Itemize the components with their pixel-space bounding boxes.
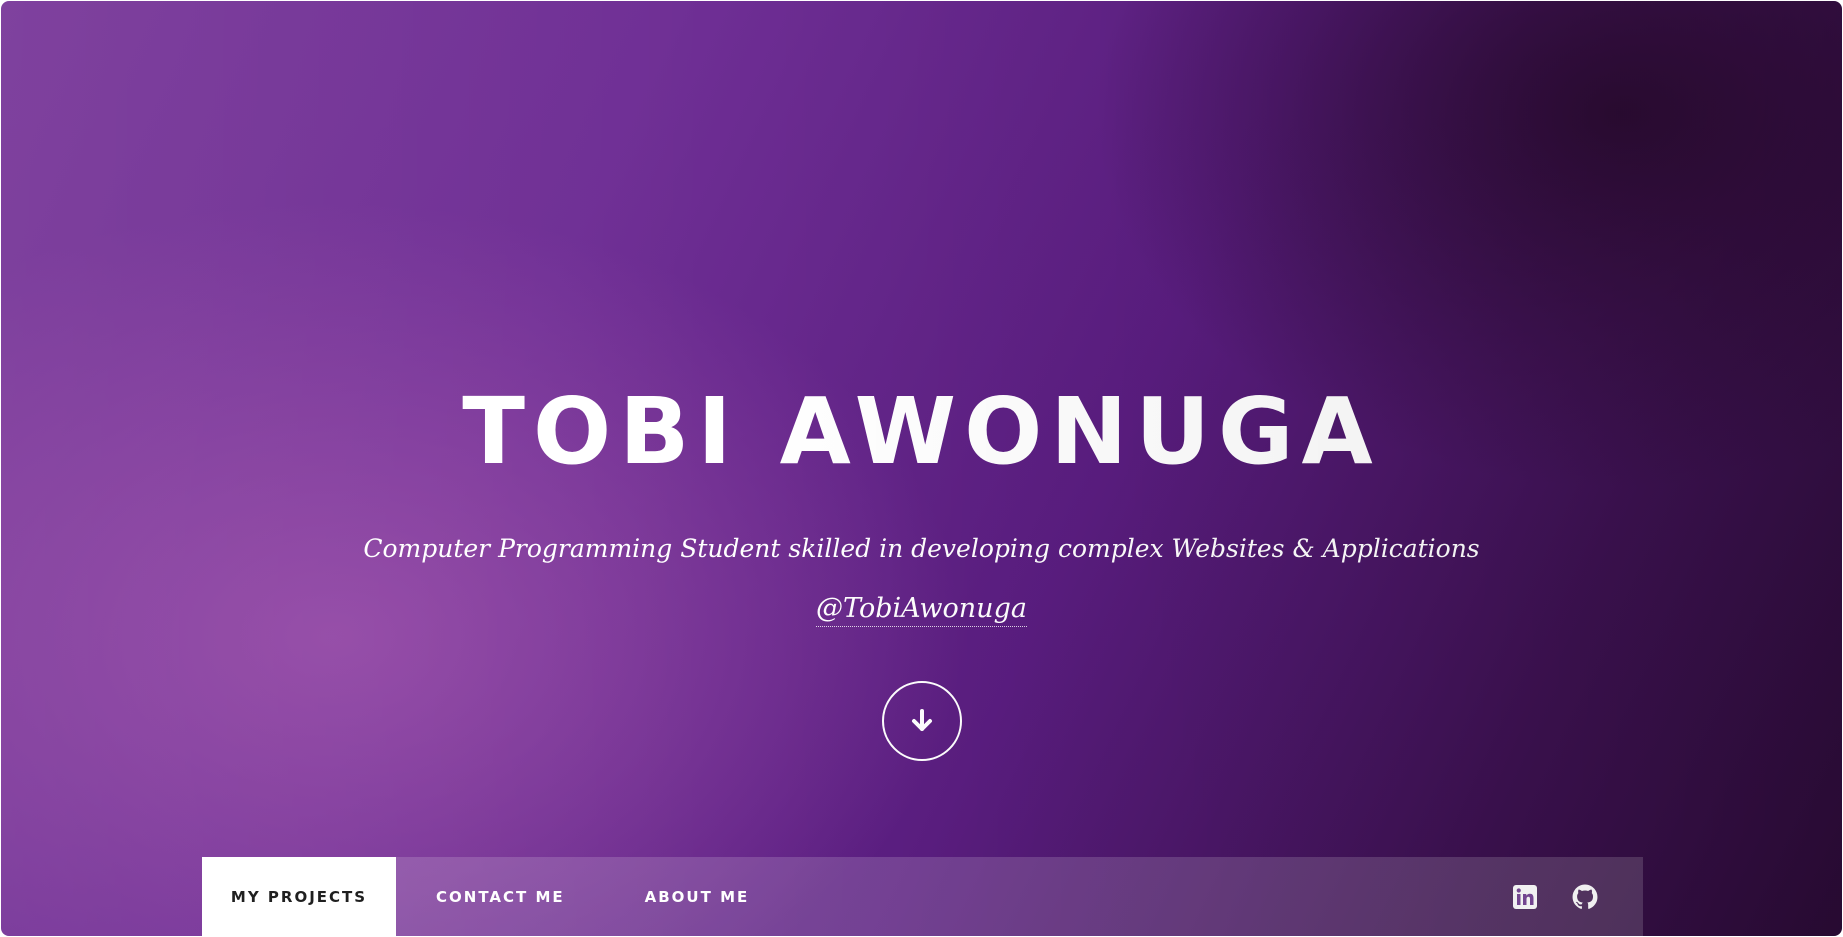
github-icon[interactable] [1555,884,1615,910]
tab-my-projects[interactable]: MY PROJECTS [202,857,396,936]
arrow-down-icon [912,709,932,731]
tab-about-me[interactable]: ABOUT ME [605,857,790,936]
tab-contact-me[interactable]: CONTACT ME [396,857,605,936]
handle-container: @TobiAwonuga [1,593,1842,627]
tagline: Computer Programming Student skilled in … [363,534,1480,563]
hero-section: TOBI AWONUGA Computer Programming Studen… [1,1,1842,936]
linkedin-icon[interactable] [1495,885,1555,909]
main-navbar: MY PROJECTS CONTACT ME ABOUT ME [202,857,1643,936]
twitter-handle-link[interactable]: @TobiAwonuga [816,593,1027,627]
scroll-down-button[interactable] [882,681,962,761]
social-icons [1495,857,1615,936]
page-title: TOBI AWONUGA [462,378,1381,485]
